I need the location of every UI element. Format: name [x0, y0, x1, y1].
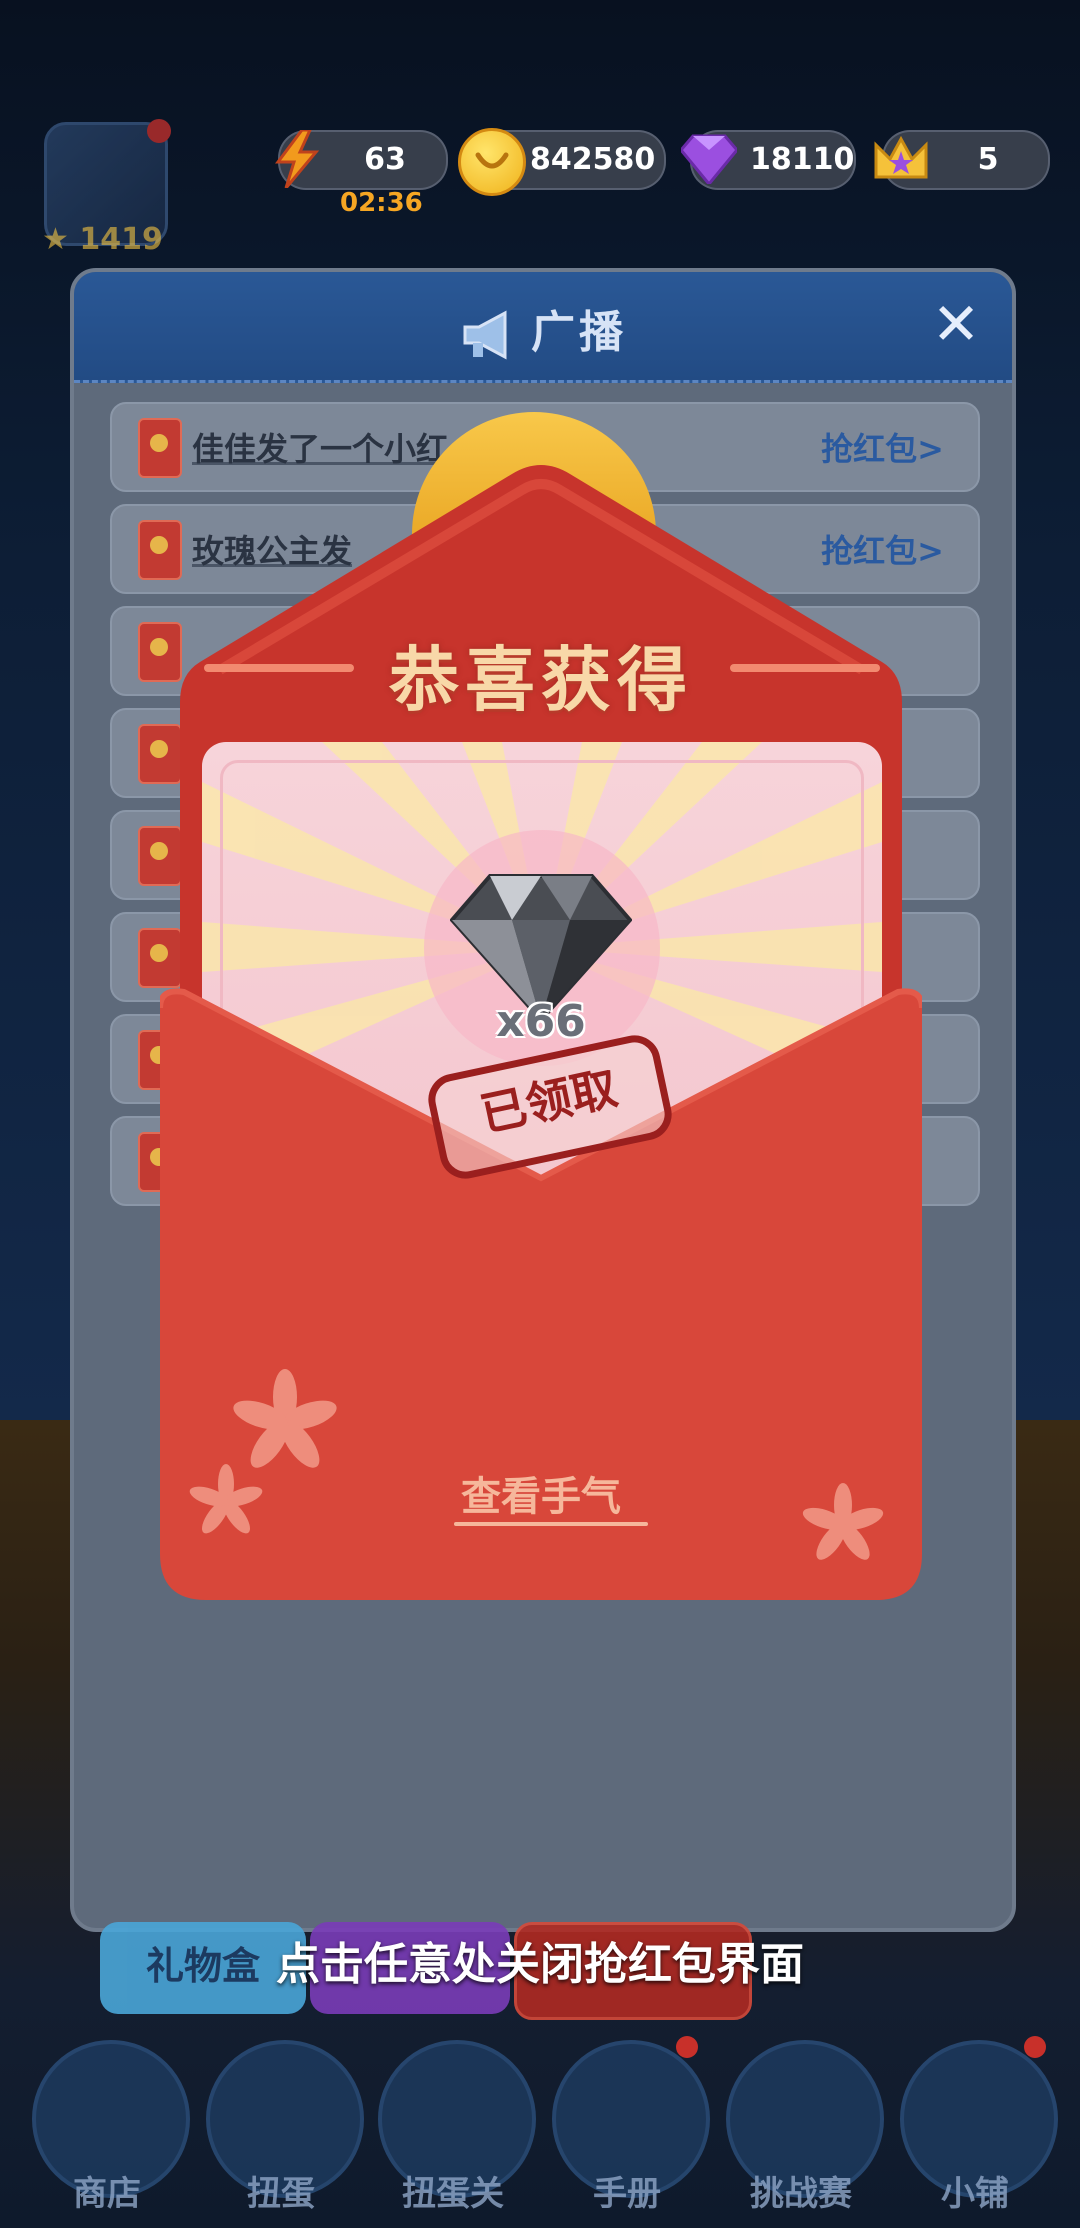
- crown-icon: [870, 128, 932, 190]
- reward-quantity: x66: [496, 996, 586, 1047]
- nav-gacha-level[interactable]: 扭蛋关: [378, 2030, 536, 2220]
- broadcast-title-text: 广播: [531, 307, 627, 358]
- coin-counter[interactable]: 842580: [458, 128, 666, 196]
- lightning-icon: [266, 128, 328, 190]
- nav-shop[interactable]: 商店: [32, 2030, 190, 2220]
- crown-value: 5: [977, 142, 999, 177]
- red-envelope-popup[interactable]: 恭喜获得 x66 已领取 查看手气: [160, 412, 922, 1600]
- nav-challenge[interactable]: 挑战赛: [726, 2030, 884, 2220]
- nav-handbook[interactable]: 手册: [552, 2030, 710, 2220]
- coin-icon: [458, 128, 526, 196]
- broadcast-title: 广播: [74, 296, 1012, 361]
- player-level-value: 1419: [79, 222, 163, 257]
- energy-timer: 02:36: [340, 188, 423, 218]
- notification-dot: [147, 119, 171, 143]
- nav-label: 小铺: [941, 2174, 1009, 2214]
- view-luck-underline: [454, 1522, 648, 1526]
- megaphone-icon: [463, 310, 507, 360]
- view-luck-link[interactable]: 查看手气: [160, 1464, 922, 1522]
- energy-value: 63: [364, 142, 406, 177]
- reward-title: 恭喜获得: [389, 639, 693, 721]
- energy-counter[interactable]: 63: [275, 130, 448, 190]
- nav-gacha[interactable]: 扭蛋: [206, 2030, 364, 2220]
- close-button[interactable]: ✕: [926, 294, 986, 354]
- nav-label: 商店: [73, 2174, 141, 2214]
- notification-dot: [1024, 2036, 1046, 2058]
- nav-label: 扭蛋: [247, 2174, 315, 2214]
- purple-gem-icon: [678, 128, 740, 190]
- coin-value: 842580: [530, 142, 656, 177]
- player-level: ★ 1419: [42, 222, 163, 257]
- nav-store[interactable]: 小铺: [900, 2030, 1058, 2220]
- notification-dot: [676, 2036, 698, 2058]
- close-hint: 点击任意处关闭抢红包界面: [276, 1939, 804, 1990]
- broadcast-header: 广播 ✕: [74, 272, 1012, 383]
- nav-label: 扭蛋关: [402, 2174, 504, 2214]
- crown-counter[interactable]: 5: [874, 130, 1050, 190]
- nav-label: 挑战赛: [750, 2174, 852, 2214]
- gem-counter[interactable]: 18110: [681, 130, 856, 190]
- nav-label: 手册: [593, 2174, 661, 2214]
- gem-value: 18110: [750, 142, 855, 177]
